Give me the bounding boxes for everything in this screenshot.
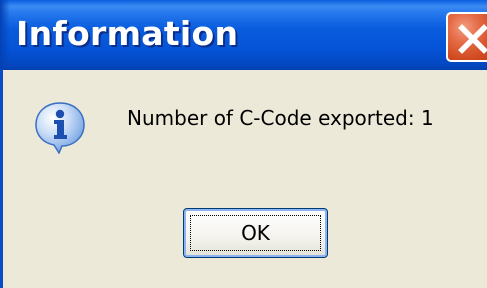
information-dialog: Information Number of C-Code exported: 1… [0,0,487,288]
ok-button[interactable]: OK [183,208,328,258]
ok-button-label: OK [190,215,321,251]
title-bar[interactable]: Information [0,0,487,70]
close-icon [458,24,487,54]
close-button[interactable] [446,12,487,62]
dialog-message: Number of C-Code exported: 1 [127,106,434,130]
dialog-title: Information [16,14,239,53]
information-icon [35,102,85,154]
dialog-body: Number of C-Code exported: 1 OK [0,70,487,288]
title-bar-edge [0,0,10,70]
